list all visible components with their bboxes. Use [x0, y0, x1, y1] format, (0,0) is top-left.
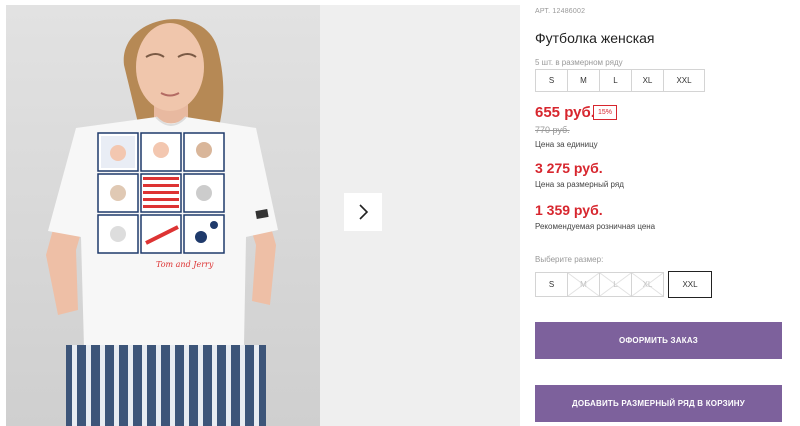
size-option-s[interactable]: S: [535, 272, 568, 297]
size-option-label: S: [548, 280, 555, 289]
size-option-label: XL: [642, 280, 653, 289]
unit-price: 655 руб.: [535, 104, 595, 121]
order-button[interactable]: ОФОРМИТЬ ЗАКАЗ: [535, 322, 782, 359]
model-photo: Tom and Jerry: [6, 5, 320, 426]
product-photo-main[interactable]: Tom and Jerry: [6, 5, 320, 426]
size-option-label: XXL: [682, 280, 698, 289]
size-picker-label: Выберите размер:: [535, 255, 604, 264]
size-option-label: M: [580, 280, 587, 289]
pack-size-s: S: [535, 69, 568, 92]
svg-text:Tom and Jerry: Tom and Jerry: [156, 260, 214, 269]
retail-price-note: Рекомендуемая розничная цена: [535, 222, 656, 231]
product-title: Футболка женская: [535, 30, 655, 46]
add-pack-to-cart-button[interactable]: ДОБАВИТЬ РАЗМЕРНЫЙ РЯД В КОРЗИНУ: [535, 385, 782, 422]
size-option-m: M: [567, 272, 600, 297]
size-picker: S M L XL XXL: [535, 271, 712, 298]
chevron-right-icon: [359, 204, 369, 220]
size-option-label: L: [613, 280, 618, 289]
pack-size-l: L: [599, 69, 632, 92]
size-option-xl: XL: [631, 272, 664, 297]
size-option-l: L: [599, 272, 632, 297]
old-price: 770 руб.: [535, 125, 570, 135]
pack-price-note: Цена за размерный ряд: [535, 180, 624, 189]
next-image-button[interactable]: [344, 193, 382, 231]
retail-price: 1 359 руб.: [535, 202, 603, 218]
pack-note: 5 шт. в размерном ряду: [535, 58, 623, 67]
pack-size-xxl: XXL: [663, 69, 705, 92]
pack-size-m: M: [567, 69, 600, 92]
shirt-print: Tom and Jerry: [97, 132, 225, 269]
pack-size-xl: XL: [631, 69, 664, 92]
pack-price: 3 275 руб.: [535, 160, 603, 176]
size-option-xxl[interactable]: XXL: [668, 271, 712, 298]
pack-size-list: S M L XL XXL: [535, 69, 705, 92]
product-sku: АРТ. 12486002: [535, 8, 586, 15]
unit-price-note: Цена за единицу: [535, 140, 598, 149]
discount-badge: 15%: [593, 105, 618, 120]
